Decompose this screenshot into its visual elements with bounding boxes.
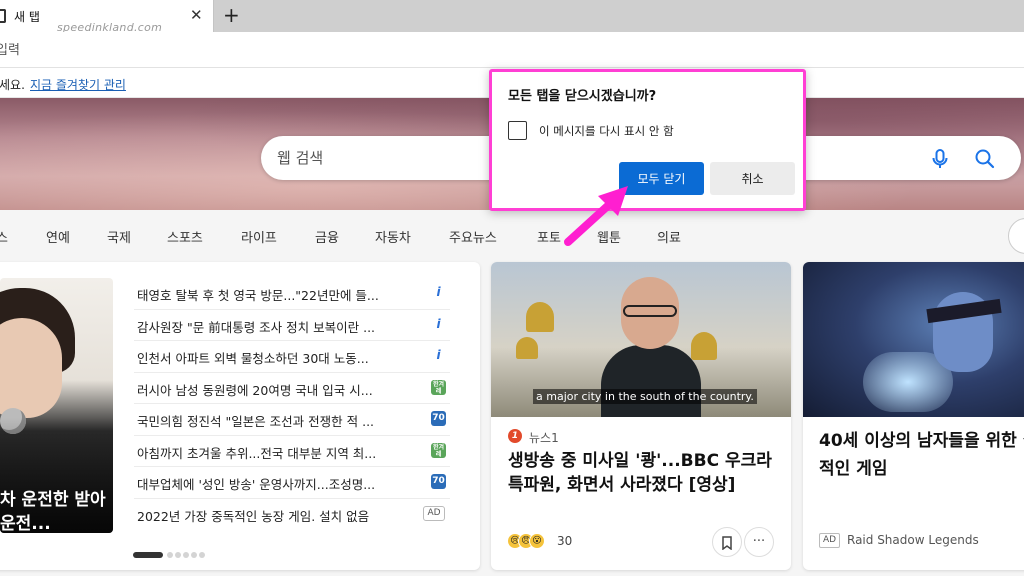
search-icon[interactable]	[972, 146, 998, 172]
close-tab-icon[interactable]: ✕	[190, 7, 203, 23]
news-title: 국민의힘 정진석 "일본은 조선과 전쟁한 적 ...	[137, 414, 375, 429]
microphone-icon[interactable]	[927, 146, 953, 172]
address-bar	[0, 32, 1024, 68]
category-item[interactable]: 의료	[657, 227, 681, 246]
source-icon: i	[431, 348, 446, 363]
news-item[interactable]: 국민의힘 정진석 "일본은 조선과 전쟁한 적 ... 70	[134, 404, 450, 436]
news-item[interactable]: 아침까지 초겨울 추위...전국 대부분 지역 최... 한겨레	[134, 436, 450, 467]
category-item[interactable]: 포토	[537, 227, 561, 246]
photo-face	[0, 318, 62, 418]
category-item[interactable]: 주요뉴스	[449, 227, 497, 246]
pager-dot[interactable]	[191, 552, 197, 558]
dont-show-again-label[interactable]: 이 메시지를 다시 표시 안 함	[539, 123, 674, 139]
annotation-arrow-icon	[564, 186, 628, 246]
new-tab-button[interactable]: +	[223, 4, 240, 26]
news-title: 태영호 탈북 후 첫 영국 방문..."22년만에 들...	[137, 288, 379, 303]
dont-show-again-checkbox[interactable]	[508, 121, 527, 140]
category-item[interactable]: 스	[0, 227, 8, 246]
ad-headline[interactable]: 40세 이상의 남자들을 위한 실적인 게임	[819, 427, 1024, 483]
video-subtitle: a major city in the south of the country…	[533, 389, 757, 404]
news-item[interactable]: 대부업체에 '성인 방송' 운영사까지...조성명... 70	[134, 467, 450, 499]
category-item[interactable]: 라이프	[241, 227, 277, 246]
news1-logo-icon: 1	[508, 429, 522, 443]
ad-badge: AD	[819, 533, 841, 548]
manage-favorites-link[interactable]: 지금 즐겨찾기 관리	[30, 76, 126, 93]
news-card-bbc[interactable]: a major city in the south of the country…	[491, 262, 791, 570]
pager-dot[interactable]	[175, 552, 181, 558]
advertiser-name: Raid Shadow Legends	[847, 533, 979, 547]
photo-dome	[516, 337, 538, 359]
news-headline[interactable]: 생방송 중 미사일 '쾅'...BBC 우크라 특파원, 화면서 사라졌다 [영…	[508, 449, 778, 497]
news-title: 2022년 가장 중독적인 농장 게임. 설치 없음	[137, 508, 370, 524]
news-item[interactable]: 태영호 탈북 후 첫 영국 방문..."22년만에 들... i	[134, 278, 450, 310]
news-item[interactable]: 감사원장 "문 前대통령 조사 정치 보복이란 ... i	[134, 310, 450, 341]
photo-caption: 차 운전한 받아 운전...	[0, 490, 106, 533]
dialog-title: 모든 탭을 닫으시겠습니까?	[508, 89, 657, 104]
photo-person-body	[601, 345, 701, 417]
category-item[interactable]: 금융	[315, 227, 339, 246]
pager-dot-active[interactable]	[133, 552, 163, 558]
category-item[interactable]: 연예	[46, 227, 70, 246]
pager-dot[interactable]	[199, 552, 205, 558]
page-icon	[0, 9, 6, 23]
news-list: 태영호 탈북 후 첫 영국 방문..."22년만에 들... i 감사원장 "문…	[134, 278, 450, 530]
address-input[interactable]	[0, 40, 476, 60]
news-source: 뉴스1	[529, 431, 559, 445]
news-item[interactable]: 인천서 아파트 외벽 물청소하던 30대 노동... i	[134, 341, 450, 373]
news-list-card: 차 운전한 받아 운전... 태영호 탈북 후 첫 영국 방문..."22년만에…	[0, 262, 480, 570]
ad-photo	[803, 262, 1024, 417]
source-icon: i	[431, 285, 446, 300]
photo-person-glasses	[623, 305, 677, 317]
cancel-button[interactable]: 취소	[710, 162, 795, 195]
news-title: 감사원장 "문 前대통령 조사 정치 보복이란 ...	[137, 319, 376, 335]
bookmark-icon[interactable]	[712, 527, 742, 557]
news-item[interactable]: 2022년 가장 중독적인 농장 게임. 설치 없음 AD	[134, 499, 450, 531]
ad-card[interactable]: 40세 이상의 남자들을 위한 실적인 게임 AD Raid Shadow Le…	[803, 262, 1024, 570]
news-title: 인천서 아파트 외벽 물청소하던 30대 노동...	[137, 351, 369, 366]
news-title: 대부업체에 '성인 방송' 운영사까지...조성명...	[137, 477, 376, 492]
category-item[interactable]: 자동차	[375, 227, 411, 246]
news-title: 러시아 남성 동원령에 20여명 국내 입국 시...	[137, 382, 373, 398]
source-icon: 한겨레	[431, 379, 446, 395]
source-icon: i	[431, 316, 446, 332]
category-item[interactable]: 국제	[107, 227, 131, 246]
emoji-surprised-icon: 😮	[529, 533, 545, 549]
source-icon: 한겨레	[431, 442, 446, 458]
more-options-button[interactable]: ···	[744, 527, 774, 557]
reaction-count: 30	[557, 534, 573, 548]
ad-badge: AD	[423, 505, 445, 521]
news-photo: a major city in the south of the country…	[491, 262, 791, 417]
pager-dot[interactable]	[167, 552, 173, 558]
tab-strip: 새 탭 ✕ speedinkland.com +	[0, 0, 1024, 34]
pager-dot[interactable]	[183, 552, 189, 558]
headline-photo[interactable]: 차 운전한 받아 운전...	[0, 278, 113, 533]
source-icon: 70	[431, 411, 446, 426]
source-icon: 70	[431, 474, 446, 489]
news-title: 아침까지 초겨울 추위...전국 대부분 지역 최...	[137, 445, 377, 461]
photo-dome	[526, 302, 554, 332]
favorites-prompt: 세요.	[0, 78, 25, 92]
tab-title: 새 탭	[14, 10, 40, 24]
category-nav: 스 연예 국제 스포츠 라이프 금융 자동차 주요뉴스 포토 웹툰 의료	[0, 218, 1024, 252]
category-item[interactable]: 스포츠	[167, 227, 203, 246]
news-item[interactable]: 러시아 남성 동원령에 20여명 국내 입국 시... 한겨레	[134, 373, 450, 404]
close-all-tabs-dialog: 모든 탭을 닫으시겠습니까? 이 메시지를 다시 표시 안 함 모두 닫기 취소	[489, 69, 806, 211]
